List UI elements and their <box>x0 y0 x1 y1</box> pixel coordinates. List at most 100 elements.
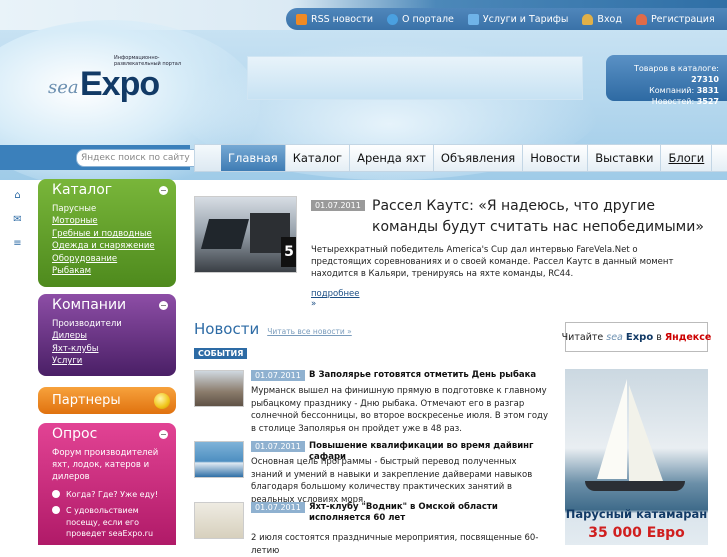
companies-title: Компании <box>52 297 127 313</box>
catalog-item-fishing[interactable]: Рыбакам <box>52 265 176 277</box>
companies-item-manufacturers[interactable]: Производители <box>52 318 176 330</box>
home-icon[interactable]: ⌂ <box>12 190 23 201</box>
catalog-box: Каталог Парусные Моторные Гребные и подв… <box>38 179 176 287</box>
topnav-login[interactable]: Вход <box>582 13 622 25</box>
sail-shape <box>597 379 627 479</box>
news-section-label[interactable]: СОБЫТИЯ <box>194 348 248 359</box>
news-headline[interactable]: В Заполярье готовятся отметить День рыба… <box>309 370 549 381</box>
date-badge: 01.07.2011 <box>251 370 305 381</box>
sail-number: 5 <box>281 237 296 267</box>
yandex-in: в <box>656 331 662 343</box>
tab-exhibitions[interactable]: Выставки <box>588 144 662 172</box>
catamaran-ad[interactable]: Парусный катамаран 35 000 Евро <box>565 369 708 545</box>
collapse-icon[interactable] <box>159 429 168 439</box>
stats-news-value: 3527 <box>696 97 719 106</box>
more-arrow: » <box>311 299 317 309</box>
topnav-rss[interactable]: RSS новости <box>296 13 373 25</box>
news-all-link[interactable]: Читать все новости » <box>267 327 352 336</box>
site-logo[interactable]: Информационно-развлекательный портал sea… <box>48 55 181 105</box>
catalog-title: Каталог <box>52 182 113 198</box>
rss-icon <box>296 13 307 25</box>
companies-item-services[interactable]: Услуги <box>52 355 176 367</box>
partners-button[interactable]: Партнеры <box>38 387 176 414</box>
collapse-icon[interactable] <box>159 300 168 310</box>
yandex-name: Яндексе <box>664 331 712 343</box>
catalog-list: Парусные Моторные Гребные и подводные Од… <box>38 201 176 277</box>
header-banner[interactable] <box>247 56 583 100</box>
news-headline[interactable]: Яхт-клубу "Водник" в Омской области испо… <box>309 502 549 524</box>
news-date: 01.07.2011 <box>251 441 305 452</box>
companies-header[interactable]: Компании <box>38 294 176 316</box>
nav-fill <box>712 144 727 172</box>
hull-shape <box>585 481 685 491</box>
search-bar: Яндекс поиск по сайту ⚲ <box>0 145 210 170</box>
tab-blogs[interactable]: Блоги <box>661 144 713 172</box>
news-thumbnail[interactable] <box>194 441 244 478</box>
ad-line-1: Парусный катамаран <box>565 507 708 521</box>
poll-header[interactable]: Опрос <box>38 423 176 445</box>
coin-icon <box>154 392 170 409</box>
poll-title: Опрос <box>52 426 98 442</box>
date-badge: 01.07.2011 <box>251 441 305 452</box>
companies-list: Производители Дилеры Яхт-клубы Услуги <box>38 316 176 368</box>
tab-catalog[interactable]: Каталог <box>285 144 351 172</box>
date-badge: 01.07.2011 <box>311 200 365 211</box>
news-title[interactable]: Новости <box>194 320 259 338</box>
catalog-item-sailing[interactable]: Парусные <box>52 203 176 215</box>
poll-box: Опрос Форум производителей яхт, лодок, к… <box>38 423 176 545</box>
yandex-banner[interactable]: Читайте sea Expo в Яндексе <box>561 322 711 352</box>
tab-ads[interactable]: Объявления <box>433 144 524 172</box>
date-badge: 01.07.2011 <box>251 502 305 513</box>
mail-icon[interactable]: ✉ <box>12 214 23 225</box>
catalog-item-equipment[interactable]: Оборудование <box>52 253 176 265</box>
site-stats: Товаров в каталоге: 27310 Компаний: 3831… <box>606 55 727 106</box>
tab-home[interactable]: Главная <box>221 144 286 172</box>
search-placeholder: Яндекс поиск по сайту <box>81 152 190 163</box>
yandex-expo: Expo <box>625 331 654 343</box>
collapse-icon[interactable] <box>159 185 168 195</box>
poll-option-2[interactable]: С удовольствием посещу, если его проведе… <box>38 500 176 540</box>
news-thumbnail[interactable] <box>194 370 244 407</box>
stats-companies-label: Компаний: <box>649 86 695 95</box>
catalog-item-clothing[interactable]: Одежда и снаряжение <box>52 240 176 252</box>
topnav-about[interactable]: О портале <box>387 13 454 25</box>
featured-date: 01.07.2011 <box>311 200 365 211</box>
poll-option-1[interactable]: Когда? Где? Уже еду! <box>38 484 176 501</box>
tab-yacht-rent[interactable]: Аренда яхт <box>350 144 434 172</box>
catalog-item-motor[interactable]: Моторные <box>52 215 176 227</box>
news-body: Мурманск вышел на финишную прямую в подг… <box>251 386 548 434</box>
partners-title: Партнеры <box>52 393 121 408</box>
ad-price: 35 000 Евро <box>588 525 685 541</box>
main-navigation: Главная Каталог Аренда яхт Объявления Но… <box>194 144 727 172</box>
stats-catalog-value: 27310 <box>691 75 719 84</box>
yandex-read: Читайте <box>561 331 604 343</box>
stats-companies-value: 3831 <box>696 86 719 95</box>
nav-spacer <box>194 144 221 172</box>
companies-box: Компании Производители Дилеры Яхт-клубы … <box>38 294 176 376</box>
tab-news[interactable]: Новости <box>523 144 589 172</box>
logo-expo: Expo <box>80 65 160 103</box>
catalog-item-rowing[interactable]: Гребные и подводные <box>52 228 176 240</box>
news-date: 01.07.2011 <box>251 502 305 513</box>
radio-button[interactable] <box>52 506 60 515</box>
featured-image[interactable]: 5 <box>194 196 297 273</box>
image-shape <box>200 219 250 249</box>
topnav-services[interactable]: Услуги и Тарифы <box>467 13 568 25</box>
search-input[interactable]: Яндекс поиск по сайту ⚲ <box>76 148 210 167</box>
more-link-text[interactable]: подробнее <box>311 289 360 299</box>
featured-more-link[interactable]: подробнее » <box>311 289 360 309</box>
featured-title[interactable]: Рассел Каутс: «Я надеюсь, что другие ком… <box>372 196 712 238</box>
sitemap-icon[interactable]: ≡ <box>12 238 23 249</box>
globe-icon <box>387 13 399 25</box>
news-date: 01.07.2011 <box>251 370 305 381</box>
stats-news-label: Новостей: <box>651 97 695 106</box>
news-header: Новости Читать все новости » <box>194 320 352 338</box>
catalog-header[interactable]: Каталог <box>38 179 176 201</box>
news-body: Основная цель программы - быстрый перево… <box>251 457 533 505</box>
companies-item-yacht-clubs[interactable]: Яхт-клубы <box>52 343 176 355</box>
news-thumbnail[interactable] <box>194 502 244 539</box>
top-navigation: RSS новости О портале Услуги и Тарифы Вх… <box>286 8 727 30</box>
topnav-register[interactable]: Регистрация <box>635 13 715 25</box>
radio-button[interactable] <box>52 489 60 498</box>
companies-item-dealers[interactable]: Дилеры <box>52 330 176 342</box>
